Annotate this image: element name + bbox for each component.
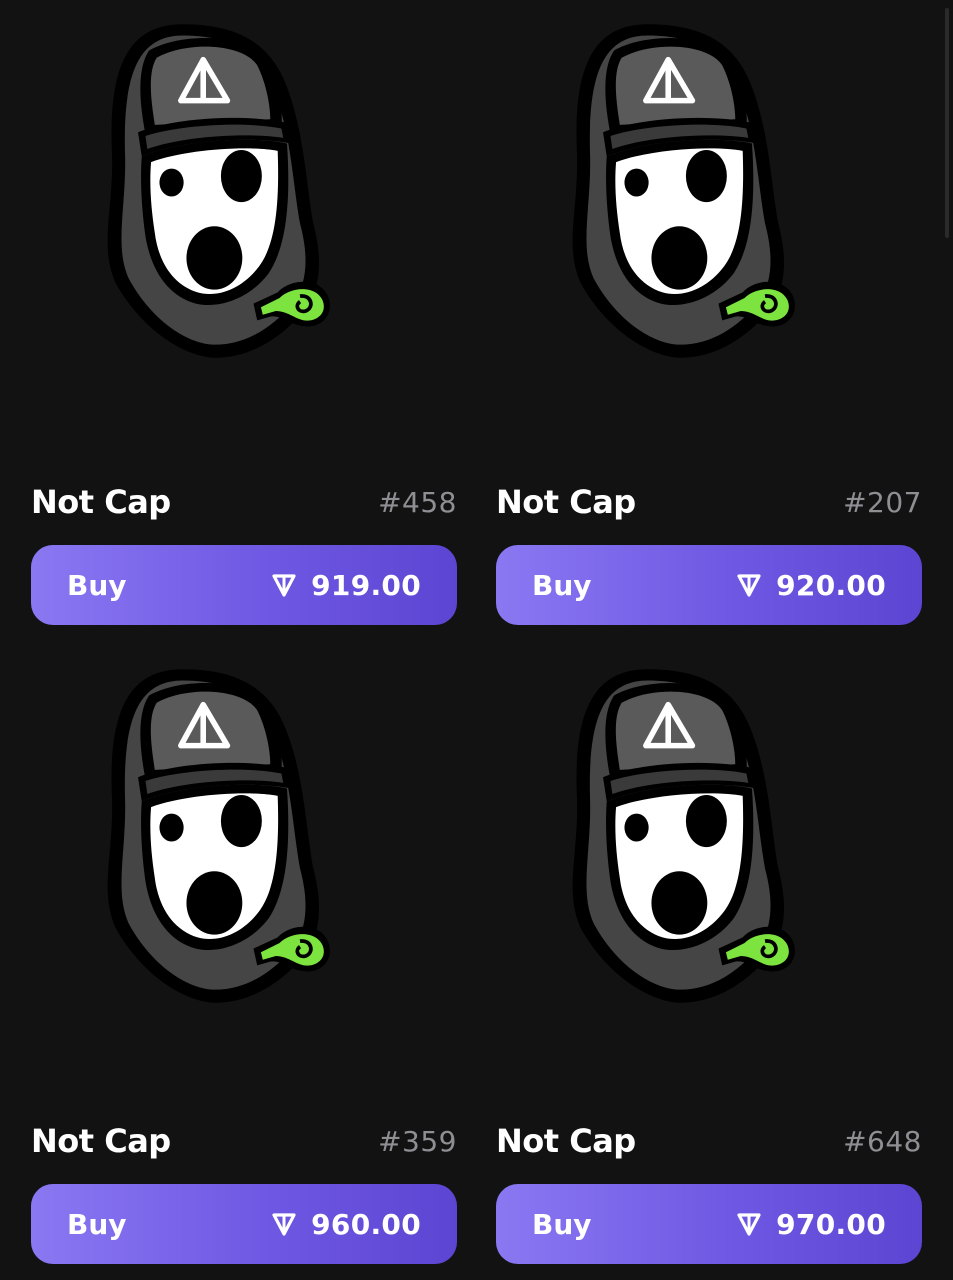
price-value: 960.00 (311, 1207, 421, 1241)
nft-image[interactable] (536, 645, 806, 1025)
buy-label: Buy (532, 568, 592, 602)
nft-grid: Not Cap #458 Buy 919.00 Not Cap #207 Buy… (31, 0, 922, 1278)
buy-button[interactable]: Buy 970.00 (496, 1184, 922, 1264)
buy-button[interactable]: Buy 920.00 (496, 545, 922, 625)
nft-number: #648 (843, 1124, 922, 1158)
ton-diamond-icon (737, 1213, 761, 1236)
price: 920.00 (736, 569, 886, 602)
nft-number: #359 (378, 1124, 457, 1158)
nft-card[interactable]: Not Cap #458 Buy 919.00 (31, 0, 457, 639)
buy-button[interactable]: Buy 919.00 (31, 545, 457, 625)
nft-card[interactable]: Not Cap #359 Buy 960.00 (31, 639, 457, 1278)
nft-number: #458 (378, 485, 457, 519)
nft-image[interactable] (71, 0, 341, 380)
price-value: 919.00 (311, 568, 421, 602)
price-value: 920.00 (776, 568, 886, 602)
scrollbar[interactable] (945, 8, 949, 238)
nft-name: Not Cap (496, 483, 636, 521)
nft-info: Not Cap #359 (31, 1117, 457, 1165)
buy-label: Buy (67, 1207, 127, 1241)
nft-image[interactable] (536, 0, 806, 380)
ton-diamond-icon (737, 574, 761, 597)
price-value: 970.00 (776, 1207, 886, 1241)
nft-card[interactable]: Not Cap #207 Buy 920.00 (496, 0, 922, 639)
nft-name: Not Cap (31, 483, 171, 521)
ton-diamond-icon (272, 1213, 296, 1236)
nft-name: Not Cap (31, 1122, 171, 1160)
nft-name: Not Cap (496, 1122, 636, 1160)
nft-info: Not Cap #648 (496, 1117, 922, 1165)
nft-info: Not Cap #207 (496, 478, 922, 526)
buy-button[interactable]: Buy 960.00 (31, 1184, 457, 1264)
price: 919.00 (271, 569, 421, 602)
ton-diamond-icon (272, 574, 296, 597)
buy-label: Buy (67, 568, 127, 602)
nft-info: Not Cap #458 (31, 478, 457, 526)
price: 960.00 (271, 1208, 421, 1241)
buy-label: Buy (532, 1207, 592, 1241)
price: 970.00 (736, 1208, 886, 1241)
nft-image[interactable] (71, 645, 341, 1025)
nft-card[interactable]: Not Cap #648 Buy 970.00 (496, 639, 922, 1278)
nft-number: #207 (843, 485, 922, 519)
